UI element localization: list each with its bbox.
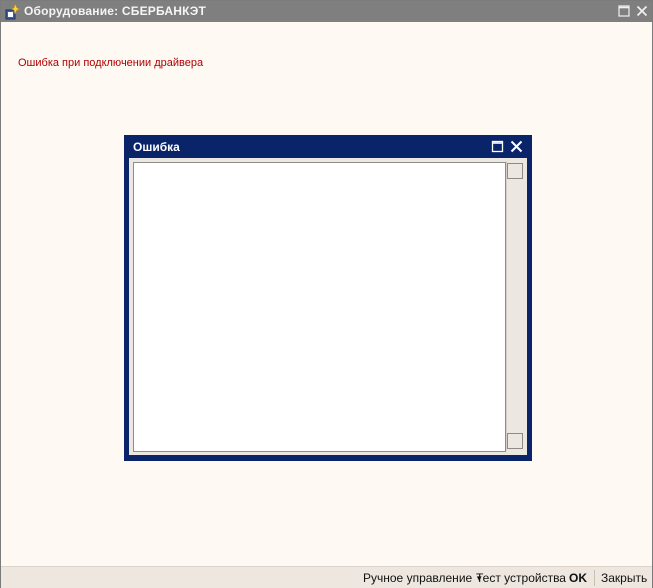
dialog-close-icon[interactable] — [510, 140, 523, 153]
error-dialog: Ошибка — [124, 135, 532, 461]
maximize-icon[interactable] — [616, 3, 632, 19]
driver-error-message: Ошибка при подключении драйвера — [18, 57, 204, 69]
equipment-window: Оборудование: СБЕРБАНКЭТ Ошибка при подк… — [0, 0, 653, 588]
error-dialog-title: Ошибка — [133, 140, 180, 154]
scroll-down-button[interactable] — [507, 433, 523, 449]
command-bar: Ручное управление ▼ Тест устройства OK За… — [1, 566, 652, 588]
dialog-maximize-icon[interactable] — [491, 140, 504, 153]
manual-control-label: Ручное управление — [363, 571, 473, 585]
ok-button[interactable]: OK — [569, 571, 587, 585]
vertical-scrollbar[interactable] — [506, 161, 523, 451]
app-icon[interactable] — [4, 3, 21, 20]
close-icon[interactable] — [634, 3, 650, 19]
test-device-button[interactable]: Тест устройства — [476, 571, 566, 585]
window-titlebar[interactable]: Оборудование: СБЕРБАНКЭТ — [1, 1, 652, 22]
scroll-up-button[interactable] — [507, 163, 523, 179]
close-button[interactable]: Закрыть — [601, 571, 647, 585]
error-text-area[interactable] — [133, 162, 506, 452]
manual-control-menu[interactable]: Ручное управление ▼ — [363, 571, 483, 585]
error-dialog-body — [129, 158, 527, 455]
window-title: Оборудование: СБЕРБАНКЭТ — [24, 4, 207, 18]
command-separator — [594, 570, 595, 586]
